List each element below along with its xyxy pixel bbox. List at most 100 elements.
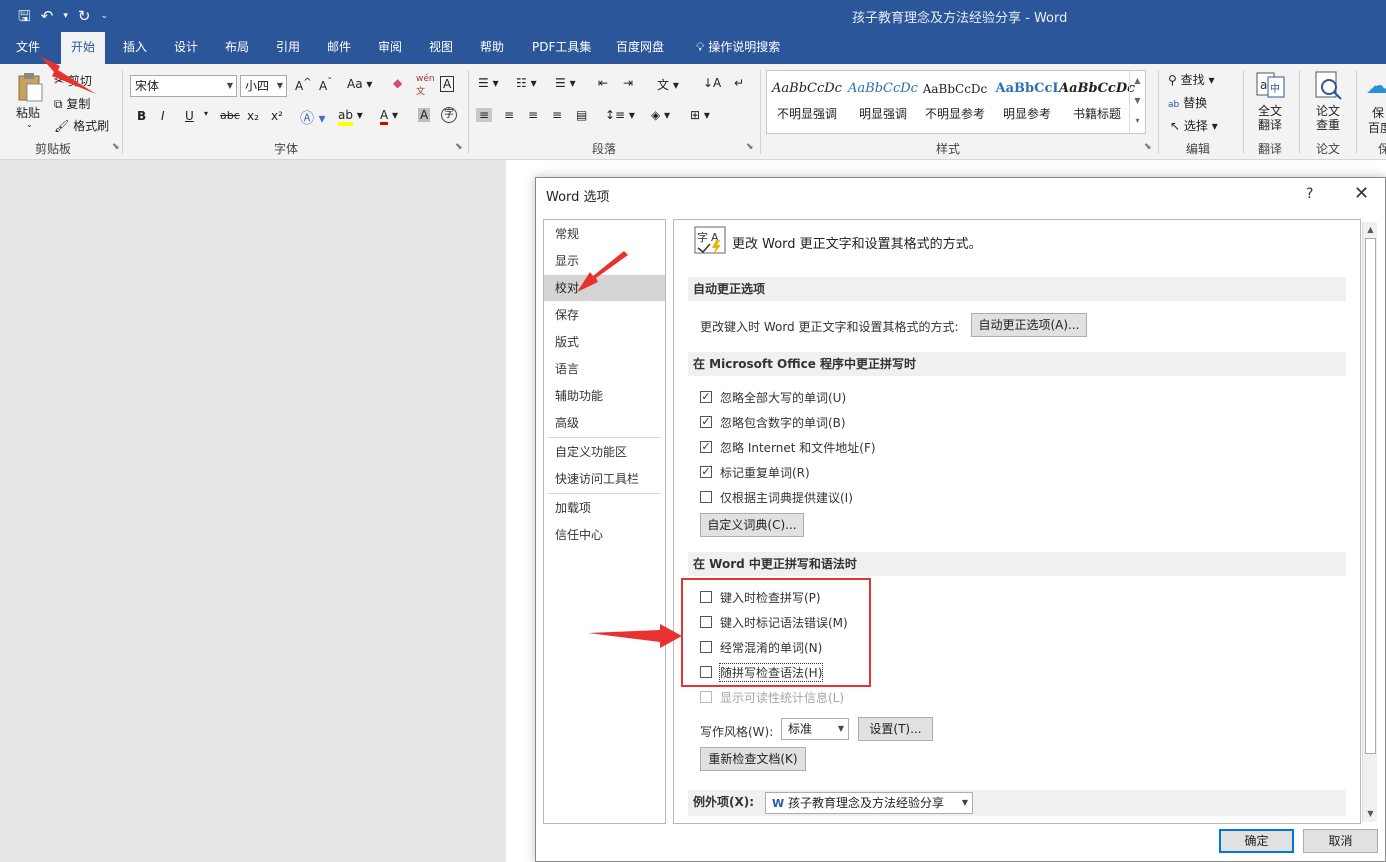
qat-customize-icon[interactable]: ⌄ [100,6,108,26]
line-spacing-icon[interactable]: ↕≡ ▾ [605,108,635,122]
paste-dropdown-icon[interactable]: ⌄ [26,120,33,129]
borders-icon[interactable]: ⊞ ▾ [690,108,710,122]
paragraph-launcher-icon[interactable]: ⬊ [746,142,754,152]
styles-scroll[interactable]: ▲ ▼ ▾ [1129,71,1145,133]
ignore-internet-option[interactable]: ✓ 忽略 Internet 和文件地址(F) [700,437,876,457]
superscript-button[interactable]: x² [271,109,283,123]
bold-button[interactable]: B [137,109,146,123]
style-intense-reference[interactable]: AaBbCcI 明显参考 [989,79,1065,122]
grammar-settings-button[interactable]: 设置(T)... [858,717,933,741]
distributed-icon[interactable]: ▤ [576,108,587,122]
cloud-save-icon[interactable]: ☁ [1366,74,1386,99]
tell-me-search[interactable]: 💡︎ 操作说明搜索 [686,32,790,64]
align-left-icon[interactable]: ≡ [476,108,493,122]
help-button[interactable]: ? [1306,186,1313,202]
font-launcher-icon[interactable]: ⬊ [455,142,463,152]
nav-display[interactable]: 显示 [544,248,665,274]
autocorrect-options-button[interactable]: 自动更正选项(A)... [971,313,1087,337]
italic-button[interactable]: I [161,109,165,123]
font-color-icon[interactable]: A ▾ [380,108,398,125]
paper-check-button[interactable]: 论文 查重 [1316,104,1340,132]
style-book-title[interactable]: AaBbCcDc 书籍标题 [1059,79,1135,122]
recheck-document-button[interactable]: 重新检查文档(K) [700,747,806,771]
checkbox[interactable] [700,491,712,503]
redo-icon[interactable]: ↻ [78,6,91,26]
nav-addins[interactable]: 加载项 [544,495,665,521]
shading-icon[interactable]: ◈ ▾ [651,108,670,122]
scroll-down-icon[interactable]: ▼ [1363,806,1378,822]
tab-home[interactable]: 开始 [61,32,106,64]
main-dictionary-only-option[interactable]: 仅根据主词典提供建议(I) [700,487,853,507]
nav-general[interactable]: 常规 [544,221,665,247]
bullets-icon[interactable]: ☰ ▾ [478,76,499,90]
sort-icon[interactable]: ↓A [703,76,721,90]
underline-dropdown-icon[interactable]: ▾ [204,109,208,118]
copy-button[interactable]: ⧉ 复制 [54,95,90,112]
tab-review[interactable]: 审阅 [368,32,412,64]
numbering-icon[interactable]: ☷ ▾ [516,76,537,90]
ignore-uppercase-option[interactable]: ✓ 忽略全部大写的单词(U) [700,387,846,407]
tab-insert[interactable]: 插入 [113,32,157,64]
paper-check-icon[interactable] [1314,71,1344,101]
checkbox[interactable]: ✓ [700,391,712,403]
ignore-numbers-option[interactable]: ✓ 忽略包含数字的单词(B) [700,412,846,432]
font-size-combo[interactable]: 小四 ▼ [240,75,287,97]
checkbox[interactable]: ✓ [700,416,712,428]
tab-baidu-netdisk[interactable]: 百度网盘 [606,32,674,64]
tab-pdf-tools[interactable]: PDF工具集 [522,32,601,64]
style-intense-emphasis[interactable]: AaBbCcDc 明显强调 [845,79,921,122]
shrink-font-icon[interactable]: Aˇ [319,77,332,93]
underline-button[interactable]: U [185,109,194,123]
nav-language[interactable]: 语言 [544,356,665,382]
undo-icon[interactable]: ↶ [41,6,54,26]
text-effects-icon[interactable]: Ⓐ ▾ [300,108,325,128]
paste-button[interactable]: 粘贴 [16,104,40,121]
nav-proofing[interactable]: 校对 [544,275,665,301]
custom-dictionaries-button[interactable]: 自定义词典(C)... [700,513,804,537]
subscript-button[interactable]: x₂ [247,109,259,123]
format-painter-button[interactable]: 🖌︎ 格式刷 [54,117,109,134]
tab-view[interactable]: 视图 [419,32,463,64]
writing-style-select[interactable]: 标准 ▼ [781,718,849,740]
nav-advanced[interactable]: 高级 [544,410,665,436]
decrease-indent-icon[interactable]: ⇤ [598,76,608,90]
align-center-icon[interactable]: ≡ [504,108,514,122]
increase-indent-icon[interactable]: ⇥ [623,76,633,90]
flag-repeated-option[interactable]: ✓ 标记重复单词(R) [700,462,810,482]
scroll-thumb[interactable] [1365,238,1376,754]
checkbox[interactable]: ✓ [700,441,712,453]
tab-file[interactable]: 文件 [6,32,50,64]
clipboard-launcher-icon[interactable]: ⬊ [112,142,120,152]
translate-icon[interactable]: a 中 [1256,71,1286,99]
close-icon[interactable]: ✕ [1354,183,1369,204]
enclose-char-icon[interactable]: 字 [441,107,457,123]
clear-format-icon[interactable]: ◆ [393,76,402,90]
save-icon[interactable]: 🖫 [18,6,31,26]
change-case-icon[interactable]: Aa ▾ [347,77,372,91]
style-subtle-emphasis[interactable]: AaBbCcDc 不明显强调 [769,79,845,122]
phonetic-guide-icon[interactable]: wén 文 [416,74,435,97]
char-border-icon[interactable]: A [440,76,455,92]
scroll-up-icon[interactable]: ▲ [1363,222,1378,238]
tab-help[interactable]: 帮助 [470,32,514,64]
nav-accessibility[interactable]: 辅助功能 [544,383,665,409]
tab-references[interactable]: 引用 [266,32,310,64]
select-button[interactable]: ↖ 选择 ▾ [1170,117,1218,134]
find-button[interactable]: ⚲ 查找 ▾ [1168,71,1214,88]
char-shading-icon[interactable]: A [418,108,431,122]
asian-layout-icon[interactable]: 文 ▾ [657,76,679,93]
content-scrollbar[interactable]: ▲ ▼ [1362,222,1377,822]
font-name-combo[interactable]: 宋体 ▼ [130,75,237,97]
grow-font-icon[interactable]: A^ [295,77,312,93]
styles-launcher-icon[interactable]: ⬊ [1144,142,1152,152]
exceptions-document-select[interactable]: W 孩子教育理念及方法经验分享 ▼ [765,792,973,814]
nav-typography[interactable]: 版式 [544,329,665,355]
undo-dropdown-icon[interactable]: ▾ [63,6,68,26]
align-right-icon[interactable]: ≡ [528,108,538,122]
replace-button[interactable]: ab 替换 [1168,94,1207,111]
highlight-icon[interactable]: ab ▾ [338,108,363,126]
tab-mailings[interactable]: 邮件 [317,32,361,64]
nav-customize-ribbon[interactable]: 自定义功能区 [544,439,665,465]
ok-button[interactable]: 确定 [1219,829,1294,853]
justify-icon[interactable]: ≡ [552,108,562,122]
